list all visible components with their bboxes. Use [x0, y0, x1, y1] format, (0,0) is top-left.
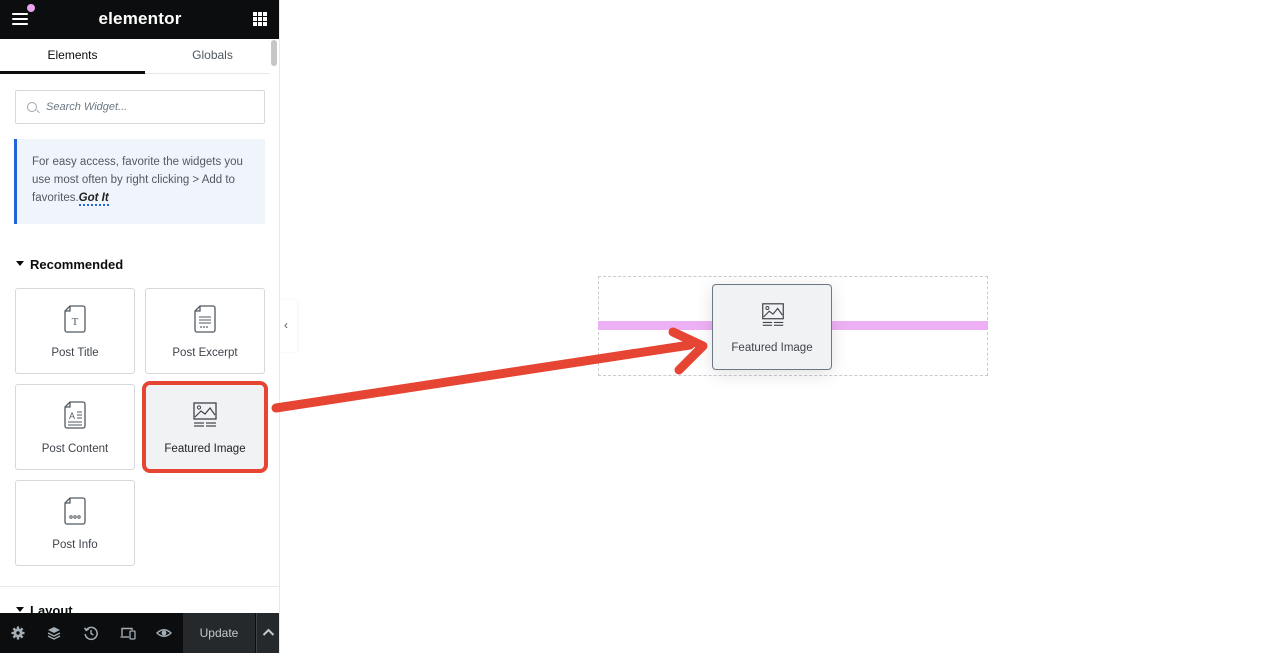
svg-text:A: A: [69, 411, 75, 421]
widget-label: Post Content: [41, 443, 109, 455]
search-widget-input[interactable]: [46, 91, 256, 123]
got-it-link[interactable]: Got It: [78, 192, 109, 206]
panel-scrollbar[interactable]: [271, 40, 277, 66]
dragged-widget-featured-image[interactable]: Featured Image: [712, 284, 832, 370]
layers-icon[interactable]: [46, 625, 62, 641]
svg-text:T: T: [72, 316, 79, 328]
update-options-button[interactable]: [256, 613, 279, 653]
section-recommended[interactable]: Recommended: [16, 257, 123, 272]
section-divider: [0, 586, 279, 587]
panel-header: elementor: [0, 0, 279, 39]
caret-down-icon: [16, 607, 24, 613]
editor-panel: elementor Elements Globals For easy acce…: [0, 0, 280, 653]
update-button[interactable]: Update: [183, 613, 255, 653]
chevron-up-icon: [262, 628, 275, 636]
post-excerpt-icon: [194, 305, 216, 333]
panel-tabs: Elements Globals: [0, 39, 270, 74]
dragged-widget-label: Featured Image: [731, 342, 813, 354]
search-widget-field: [15, 90, 265, 124]
apps-grid-icon[interactable]: [253, 12, 267, 26]
tab-globals[interactable]: Globals: [145, 39, 279, 74]
highlight-outline: [142, 381, 268, 473]
panel-footer: Update: [0, 613, 279, 653]
gear-icon[interactable]: [10, 625, 26, 641]
collapse-panel-button[interactable]: ‹: [280, 300, 297, 352]
section-recommended-label: Recommended: [30, 257, 124, 272]
eye-icon[interactable]: [156, 625, 172, 641]
widget-post-content[interactable]: A Post Content: [15, 384, 135, 470]
favorites-tip: For easy access, favorite the widgets yo…: [14, 139, 265, 224]
widget-label: Post Excerpt: [172, 347, 238, 359]
widget-label: Post Info: [52, 539, 98, 551]
widget-post-info[interactable]: Post Info: [15, 480, 135, 566]
widget-post-title[interactable]: T Post Title: [15, 288, 135, 374]
history-icon[interactable]: [83, 625, 99, 641]
search-icon: [27, 102, 37, 112]
post-info-icon: [64, 497, 86, 525]
responsive-icon[interactable]: [120, 625, 136, 641]
widget-label: Post Title: [51, 347, 99, 359]
featured-image-icon: [762, 303, 784, 326]
caret-down-icon: [16, 261, 24, 267]
chevron-left-icon: ‹: [284, 318, 288, 332]
brand-logo: elementor: [98, 9, 182, 28]
post-title-icon: T: [64, 305, 86, 333]
post-content-icon: A: [64, 401, 86, 429]
tab-elements[interactable]: Elements: [0, 39, 145, 74]
tip-text: For easy access, favorite the widgets yo…: [32, 156, 243, 204]
widget-post-excerpt[interactable]: Post Excerpt: [145, 288, 265, 374]
